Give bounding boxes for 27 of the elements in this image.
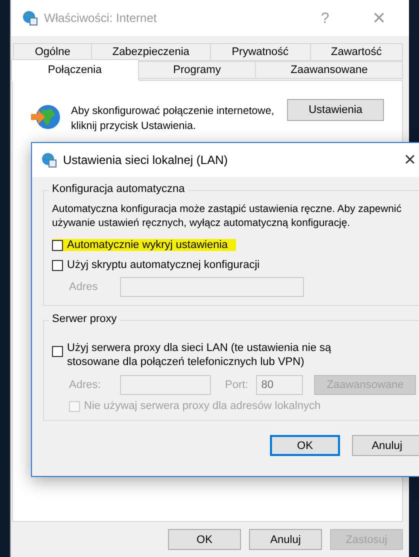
tab[interactable]: Zaawansowane bbox=[255, 61, 404, 79]
connection-description: Aby skonfigurować połączenie internetowe, kliknij przycisk Ustawienia. bbox=[71, 104, 275, 134]
globe-window-icon bbox=[22, 10, 38, 26]
group-description: Automatyczna konfiguracja może zastąpić ustawienia ręczne. Aby zapewnić używanie ustawień ręcznych, wyłącz automatyczną konfigurację. bbox=[52, 203, 402, 231]
dialog-button[interactable]: Anuluj bbox=[249, 529, 322, 550]
checkbox-option[interactable]: Automatycznie wykryj ustawienia bbox=[52, 239, 236, 251]
checkbox-option[interactable]: Użyj skryptu automatycznej konfiguracji bbox=[52, 259, 268, 271]
dialog-button[interactable]: OK bbox=[270, 435, 340, 456]
group-legend: Serwer proxy bbox=[49, 313, 120, 325]
field-label: Adres: bbox=[69, 379, 102, 391]
dialog-title: Ustawienia sieci lokalnej (LAN) bbox=[63, 153, 229, 167]
globe-window-icon bbox=[41, 152, 57, 168]
settings-button[interactable]: Ustawienia bbox=[287, 99, 384, 121]
window-title: Właściwości: Internet bbox=[44, 11, 158, 25]
close-button[interactable]: × bbox=[400, 148, 419, 172]
tab[interactable]: Zawartość bbox=[310, 43, 403, 61]
dialog-button[interactable]: Anuluj bbox=[352, 435, 419, 456]
tab[interactable]: Zabezpieczenia bbox=[91, 43, 210, 61]
field-label: Port: bbox=[225, 379, 248, 391]
globe-icon bbox=[29, 103, 61, 131]
tab[interactable]: Programy bbox=[138, 61, 256, 79]
tab[interactable]: Połączenia bbox=[11, 59, 139, 81]
group-legend: Konfiguracja automatyczna bbox=[49, 183, 188, 195]
field-label: Adres bbox=[69, 281, 99, 293]
tab[interactable]: Prywatność bbox=[210, 43, 311, 61]
dialog-button[interactable]: OK bbox=[168, 529, 241, 550]
checkbox-option[interactable]: Użyj serwera proxy dla sieci LAN (te ustawienia nie są stosowane dla połączeń telefonicznych lub VPN) bbox=[52, 341, 365, 369]
